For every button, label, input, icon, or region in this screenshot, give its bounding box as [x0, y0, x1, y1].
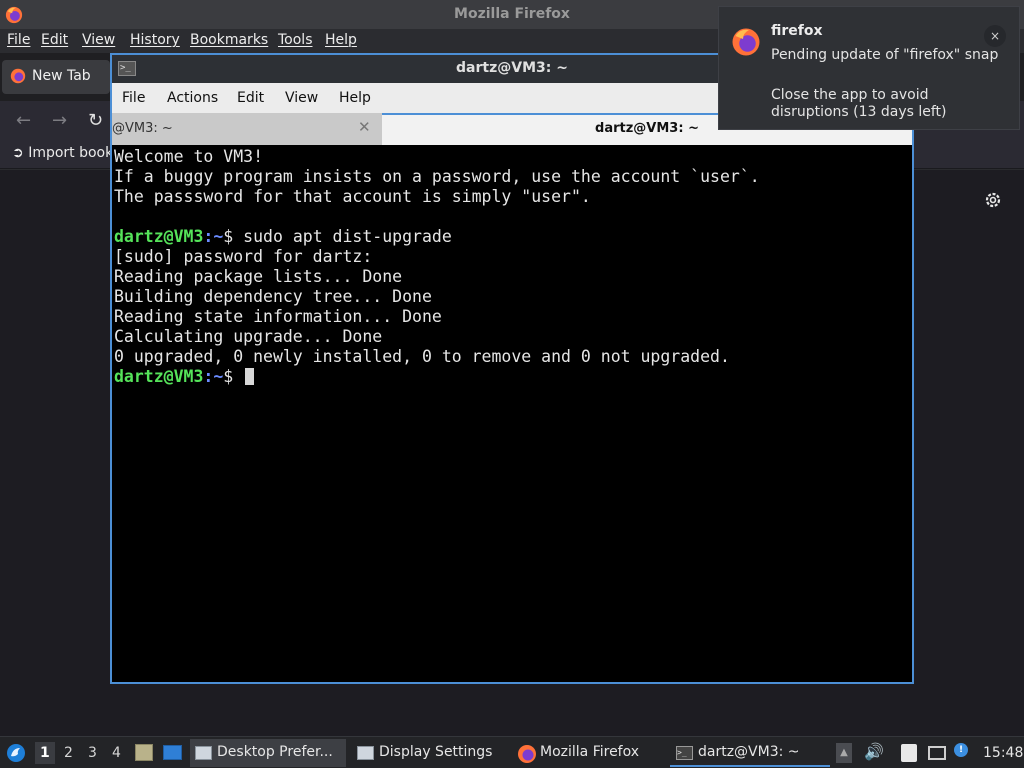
- menu-view[interactable]: View: [82, 32, 115, 48]
- reload-icon[interactable]: ↻: [88, 110, 103, 131]
- import-bookmarks-button[interactable]: ➲ Import book: [12, 145, 113, 161]
- close-icon[interactable]: ×: [984, 25, 1006, 47]
- task-mozilla-firefox[interactable]: Mozilla Firefox: [512, 739, 662, 767]
- terminal-text: Reading package lists... Done: [114, 267, 403, 286]
- terminal-window[interactable]: >_ dartz@VM3: ~ File Actions Edit View H…: [110, 53, 914, 684]
- prompt-symbol: $: [223, 227, 244, 246]
- workspace-4[interactable]: 4: [112, 745, 121, 761]
- workspace-1[interactable]: 1: [35, 742, 55, 764]
- terminal-menu-file[interactable]: File: [122, 90, 145, 106]
- firefox-tab-label: New Tab: [32, 68, 91, 84]
- arrow-left-icon[interactable]: ←: [16, 110, 31, 131]
- task-terminal[interactable]: >_ dartz@VM3: ~: [670, 739, 830, 767]
- firefox-tab-icon: [10, 68, 26, 84]
- info-icon[interactable]: !: [954, 743, 968, 757]
- terminal-line: Reading package lists... Done: [114, 267, 912, 287]
- terminal-line: 0 upgraded, 0 newly installed, 0 to remo…: [114, 347, 912, 367]
- terminal-text: 0 upgraded, 0 newly installed, 0 to remo…: [114, 347, 730, 366]
- terminal-line: The passsword for that account is simply…: [114, 187, 912, 207]
- terminal-menu-edit[interactable]: Edit: [237, 90, 264, 106]
- terminal-tab-1[interactable]: @VM3: ~ ✕: [112, 113, 382, 145]
- clock[interactable]: 15:48: [983, 745, 1023, 761]
- terminal-line: Calculating upgrade... Done: [114, 327, 912, 347]
- terminal-menu-view[interactable]: View: [285, 90, 318, 106]
- firefox-tab-new-tab[interactable]: New Tab: [2, 60, 110, 94]
- start-menu-icon[interactable]: [6, 743, 26, 763]
- terminal-text: Calculating upgrade... Done: [114, 327, 383, 346]
- import-bookmarks-label: Import book: [28, 145, 114, 161]
- terminal-line: Building dependency tree... Done: [114, 287, 912, 307]
- task-label: Mozilla Firefox: [540, 744, 640, 760]
- file-manager-icon[interactable]: [135, 744, 153, 761]
- arrow-right-icon[interactable]: →: [52, 110, 67, 131]
- menu-bookmarks[interactable]: Bookmarks: [190, 32, 268, 48]
- taskbar: 1 2 3 4 Desktop Prefer... Display Settin…: [0, 736, 1024, 768]
- prompt-symbol: $: [223, 367, 244, 386]
- task-label: Desktop Prefer...: [217, 744, 333, 760]
- prompt-user: dartz@VM3: [114, 367, 204, 386]
- prompt-path: :~: [203, 227, 224, 246]
- terminal-menu-help[interactable]: Help: [339, 90, 371, 106]
- network-icon[interactable]: [928, 746, 946, 760]
- show-desktop-icon[interactable]: [163, 745, 182, 760]
- menu-file[interactable]: File: [7, 32, 30, 48]
- workspace-2[interactable]: 2: [64, 745, 73, 761]
- menu-tools[interactable]: Tools: [278, 32, 313, 48]
- terminal-tab-1-label: @VM3: ~: [112, 121, 173, 136]
- firefox-icon: [518, 745, 536, 763]
- terminal-cursor: [245, 368, 255, 385]
- terminal-line: If a buggy program insists on a password…: [114, 167, 912, 187]
- terminal-text: sudo apt dist-upgrade: [243, 227, 452, 246]
- gear-icon[interactable]: [983, 190, 1003, 210]
- prompt-user: dartz@VM3: [114, 227, 204, 246]
- terminal-line: Welcome to VM3!: [114, 147, 912, 167]
- task-display-settings[interactable]: Display Settings: [352, 739, 502, 767]
- task-desktop-preferences[interactable]: Desktop Prefer...: [190, 739, 346, 767]
- volume-icon[interactable]: 🔊: [864, 742, 884, 761]
- terminal-menu-actions[interactable]: Actions: [167, 90, 218, 106]
- terminal-line: dartz@VM3:~$: [114, 367, 912, 387]
- notification-message: Pending update of "firefox" snap: [771, 47, 999, 63]
- firefox-logo-icon: [732, 28, 760, 56]
- task-label: dartz@VM3: ~: [698, 744, 800, 760]
- clipboard-icon[interactable]: [901, 744, 917, 762]
- terminal-text: If a buggy program insists on a password…: [114, 167, 760, 186]
- menu-edit[interactable]: Edit: [41, 32, 68, 48]
- notification-detail: Close the app to avoid disruptions (13 d…: [771, 87, 947, 120]
- terminal-line: [sudo] password for dartz:: [114, 247, 912, 267]
- menu-history[interactable]: History: [130, 32, 180, 48]
- prompt-path: :~: [203, 367, 224, 386]
- close-icon[interactable]: ✕: [358, 118, 371, 136]
- workspace-3[interactable]: 3: [88, 745, 97, 761]
- terminal-text: Reading state information... Done: [114, 307, 442, 326]
- terminal-icon: >_: [676, 746, 693, 760]
- terminal-text: The passsword for that account is simply…: [114, 187, 591, 206]
- terminal-output[interactable]: Welcome to VM3! If a buggy program insist…: [114, 147, 912, 682]
- desktop-prefs-icon: [195, 746, 212, 760]
- task-label: Display Settings: [379, 744, 493, 760]
- terminal-line: dartz@VM3:~$ sudo apt dist-upgrade: [114, 227, 912, 247]
- update-notification[interactable]: firefox Pending update of "firefox" snap…: [718, 6, 1020, 130]
- terminal-text: [sudo] password for dartz:: [114, 247, 373, 266]
- terminal-text: Welcome to VM3!: [114, 147, 264, 166]
- terminal-line: Reading state information... Done: [114, 307, 912, 327]
- updates-icon[interactable]: ▲: [836, 743, 852, 763]
- notification-app-name: firefox: [771, 23, 823, 39]
- display-settings-icon: [357, 746, 374, 760]
- menu-help[interactable]: Help: [325, 32, 357, 48]
- terminal-text: Building dependency tree... Done: [114, 287, 432, 306]
